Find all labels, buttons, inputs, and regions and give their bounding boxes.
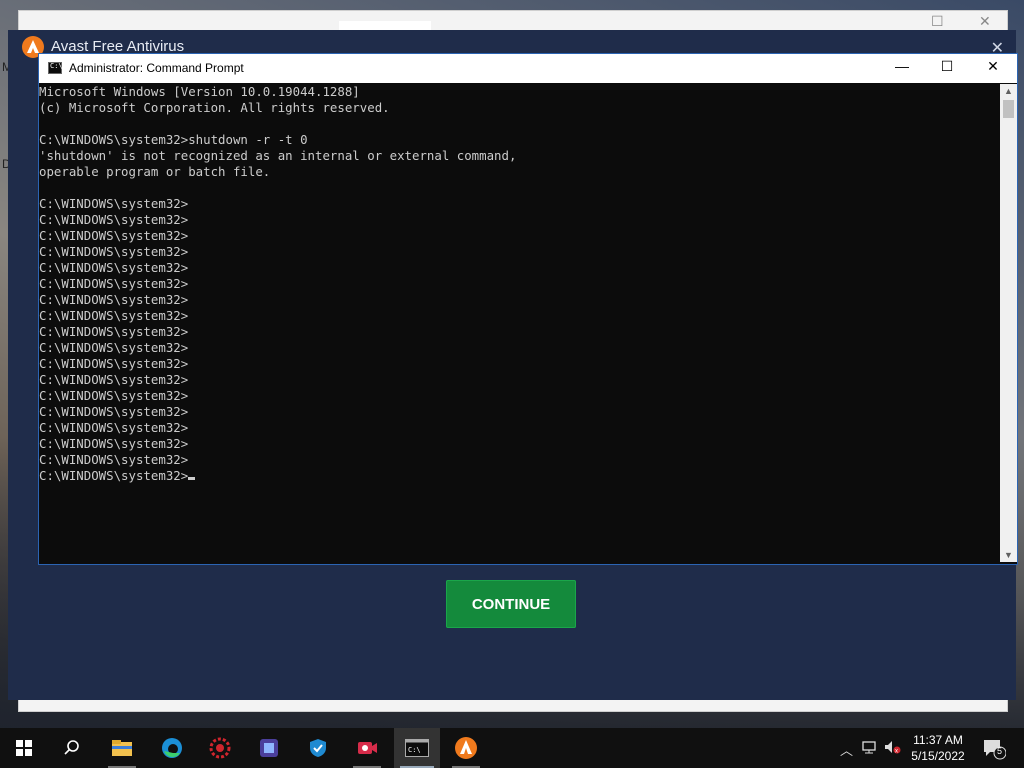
cmd-maximize-button[interactable]: ☐ <box>932 58 962 75</box>
background-window-maximize-icon: ☐ <box>931 13 944 29</box>
scroll-down-arrow-icon[interactable]: ▼ <box>1004 550 1013 560</box>
avast-icon <box>455 737 477 759</box>
console-line: C:\WINDOWS\system32> <box>39 308 189 323</box>
clock-time: 11:37 AM <box>913 733 963 747</box>
action-center-button[interactable]: 5 <box>982 738 1007 765</box>
cmd-console-output[interactable]: Microsoft Windows [Version 10.0.19044.12… <box>39 84 999 562</box>
taskbar-app-camera[interactable] <box>347 728 387 768</box>
console-line: C:\WINDOWS\system32>shutdown -r -t 0 <box>39 132 308 147</box>
search-icon <box>64 740 79 755</box>
console-line: C:\WINDOWS\system32> <box>39 324 189 339</box>
cmd-icon: C:\ <box>405 739 429 757</box>
system-clock[interactable]: 11:37 AM 5/15/2022 <box>900 732 976 764</box>
console-line: C:\WINDOWS\system32> <box>39 356 189 371</box>
continue-button[interactable]: CONTINUE <box>446 580 576 628</box>
cmd-window-title: Administrator: Command Prompt <box>69 61 244 75</box>
svg-text:x: x <box>895 749 898 755</box>
console-line: C:\WINDOWS\system32> <box>39 244 189 259</box>
taskbar-file-explorer[interactable] <box>102 728 142 768</box>
console-line: C:\WINDOWS\system32> <box>39 436 189 451</box>
network-icon[interactable] <box>862 740 878 757</box>
console-line: C:\WINDOWS\system32> <box>39 212 189 227</box>
clock-date: 5/15/2022 <box>911 749 965 763</box>
console-line: C:\WINDOWS\system32> <box>39 292 189 307</box>
shield-icon <box>310 739 326 757</box>
scroll-thumb[interactable] <box>1003 100 1014 118</box>
scroll-up-arrow-icon[interactable]: ▲ <box>1004 86 1013 96</box>
show-hidden-icons-chevron-icon[interactable]: ︿ <box>840 740 853 759</box>
taskbar: C:\ ︿ x 11:37 AM 5/15/2022 5 <box>0 728 1024 768</box>
gear-red-icon <box>209 737 231 759</box>
console-line: Microsoft Windows [Version 10.0.19044.12… <box>39 84 360 99</box>
console-line: C:\WINDOWS\system32> <box>39 260 189 275</box>
console-line: C:\WINDOWS\system32> <box>39 388 189 403</box>
text-cursor <box>188 477 196 480</box>
cmd-titlebar[interactable]: C:\ Administrator: Command Prompt — ☐ ✕ <box>39 54 1017 83</box>
console-line: C:\WINDOWS\system32> <box>39 228 189 243</box>
console-line: 'shutdown' is not recognized as an inter… <box>39 148 517 163</box>
taskbar-app-purple[interactable] <box>249 728 289 768</box>
taskbar-edge[interactable] <box>152 728 192 768</box>
command-prompt-window[interactable]: C:\ Administrator: Command Prompt — ☐ ✕ … <box>38 53 1018 565</box>
console-line: C:\WINDOWS\system32> <box>39 340 189 355</box>
folder-icon <box>112 740 132 756</box>
edge-icon <box>162 738 182 758</box>
cmd-scrollbar[interactable]: ▲ ▼ <box>1000 84 1017 562</box>
cmd-app-icon: C:\ <box>48 62 63 74</box>
console-line: C:\WINDOWS\system32> <box>39 372 189 387</box>
taskbar-cmd[interactable]: C:\ <box>394 728 440 768</box>
console-line: C:\WINDOWS\system32> <box>39 468 999 484</box>
background-window-close-icon: ✕ <box>979 13 991 29</box>
console-line: C:\WINDOWS\system32> <box>39 452 189 467</box>
console-line: C:\WINDOWS\system32> <box>39 276 189 291</box>
camera-icon <box>358 742 377 754</box>
console-line: (c) Microsoft Corporation. All rights re… <box>39 100 390 115</box>
taskbar-avast[interactable] <box>446 728 486 768</box>
notification-icon <box>984 740 1007 760</box>
windows-logo-icon <box>16 740 32 756</box>
svg-text:C:\: C:\ <box>408 746 421 754</box>
start-button[interactable] <box>4 728 44 768</box>
taskbar-app-red[interactable] <box>200 728 240 768</box>
console-line: C:\WINDOWS\system32> <box>39 420 189 435</box>
app-purple-icon <box>260 739 278 757</box>
console-line: C:\WINDOWS\system32> <box>39 196 189 211</box>
cmd-minimize-button[interactable]: — <box>887 58 917 74</box>
notification-count-badge: 5 <box>997 746 1003 756</box>
search-button[interactable] <box>52 728 92 768</box>
cmd-close-button[interactable]: ✕ <box>978 58 1008 75</box>
taskbar-app-shield[interactable] <box>298 728 338 768</box>
console-line: C:\WINDOWS\system32> <box>39 404 189 419</box>
console-line: operable program or batch file. <box>39 164 271 179</box>
